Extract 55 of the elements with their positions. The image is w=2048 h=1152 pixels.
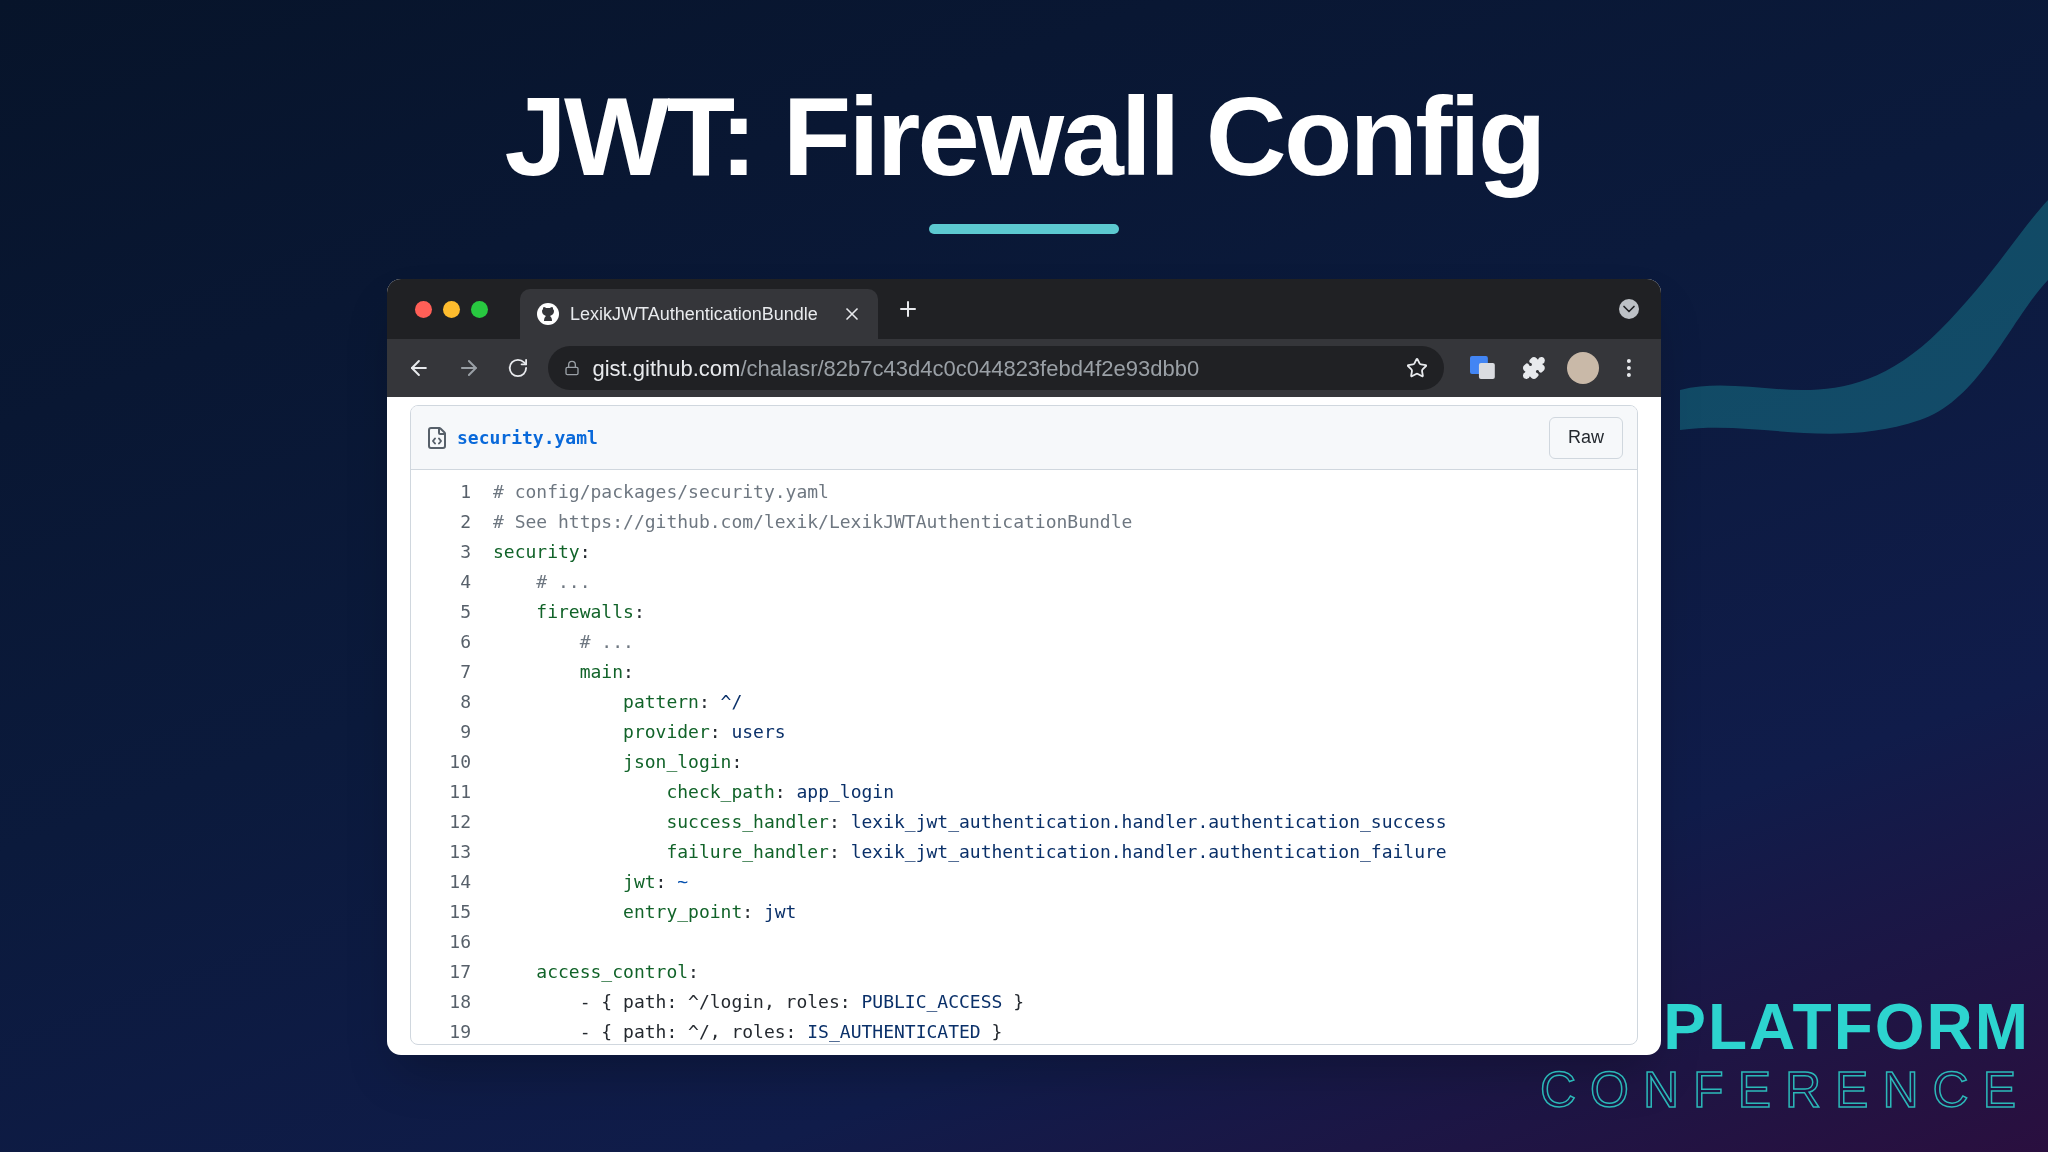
line-number: 2	[459, 509, 471, 534]
code-line: - { path: ^/login, roles: PUBLIC_ACCESS }	[578, 989, 1025, 1014]
code-line: security:	[493, 539, 591, 564]
line-number: 13	[448, 839, 471, 864]
code-line: - { path: ^/, roles: IS_AUTHENTICATED }	[578, 1019, 1003, 1044]
code-line: check_path: app_login	[665, 779, 894, 804]
code-line: jwt: ~	[622, 869, 689, 894]
code-line: # config/packages/security.yaml	[493, 479, 829, 504]
code-line: json_login:	[622, 749, 743, 774]
avatar[interactable]	[1567, 352, 1600, 385]
code-line: entry_point: jwt	[622, 899, 797, 924]
tab-title: LexikJWTAuthenticationBundle	[570, 302, 818, 326]
line-number: 5	[459, 599, 471, 624]
line-number: 9	[459, 719, 471, 744]
line-number: 3	[459, 539, 471, 564]
line-number: 12	[448, 809, 471, 834]
tab-search-icon[interactable]	[1619, 299, 1639, 320]
line-number: 16	[448, 929, 471, 954]
line-number: 4	[459, 569, 471, 594]
code-line: pattern: ^/	[622, 689, 743, 714]
line-number: 11	[448, 779, 471, 804]
raw-button[interactable]: Raw	[1549, 416, 1623, 459]
line-number: 17	[448, 959, 471, 984]
code-file-icon	[425, 425, 449, 450]
logo-platform-text: PLATFORM	[1663, 995, 2031, 1059]
file-name-link[interactable]: security.yaml	[457, 424, 598, 452]
code-line: # See https://github.com/lexik/LexikJWTAuthenticationBundle	[493, 509, 1133, 534]
browser-tab[interactable]: LexikJWTAuthenticationBundle	[520, 289, 878, 340]
code-line: success_handler: lexik_jwt_authentication.handler.authentication_success	[665, 809, 1447, 834]
slide-title: JWT: Firewall Config	[504, 73, 1544, 201]
code-line: access_control:	[535, 959, 699, 984]
code-line: firewalls:	[535, 599, 645, 624]
line-number: 15	[448, 899, 471, 924]
line-number: 7	[459, 659, 471, 684]
reload-icon[interactable]	[506, 357, 529, 380]
code-line: provider: users	[622, 719, 786, 744]
line-number: 19	[448, 1019, 471, 1044]
lock-icon	[564, 360, 581, 377]
code-line: # ...	[578, 629, 634, 654]
line-number: 8	[459, 689, 471, 714]
line-number: 1	[459, 479, 471, 504]
line-number: 14	[448, 869, 471, 894]
address-bar[interactable]: gist.github.com/chalasr/82b7c43d4c0c044823febd4f2e93dbb0	[548, 346, 1444, 391]
line-number: 6	[459, 629, 471, 654]
code-line: # ...	[535, 569, 591, 594]
code-line: failure_handler: lexik_jwt_authentication.handler.authentication_failure	[665, 839, 1447, 864]
logo-conference-text: CONFERENCE	[1540, 1065, 2031, 1115]
extensions-icon[interactable]	[1521, 356, 1546, 381]
line-number: 18	[448, 989, 471, 1014]
octocat-icon	[536, 302, 560, 327]
bookmark-star-icon[interactable]	[1405, 357, 1428, 380]
url-text: gist.github.com/chalasr/82b7c43d4c0c044823febd4f2e93dbb0	[592, 354, 1200, 383]
line-number: 10	[448, 749, 471, 774]
translate-icon[interactable]	[1469, 356, 1496, 381]
code-line: main:	[578, 659, 634, 684]
